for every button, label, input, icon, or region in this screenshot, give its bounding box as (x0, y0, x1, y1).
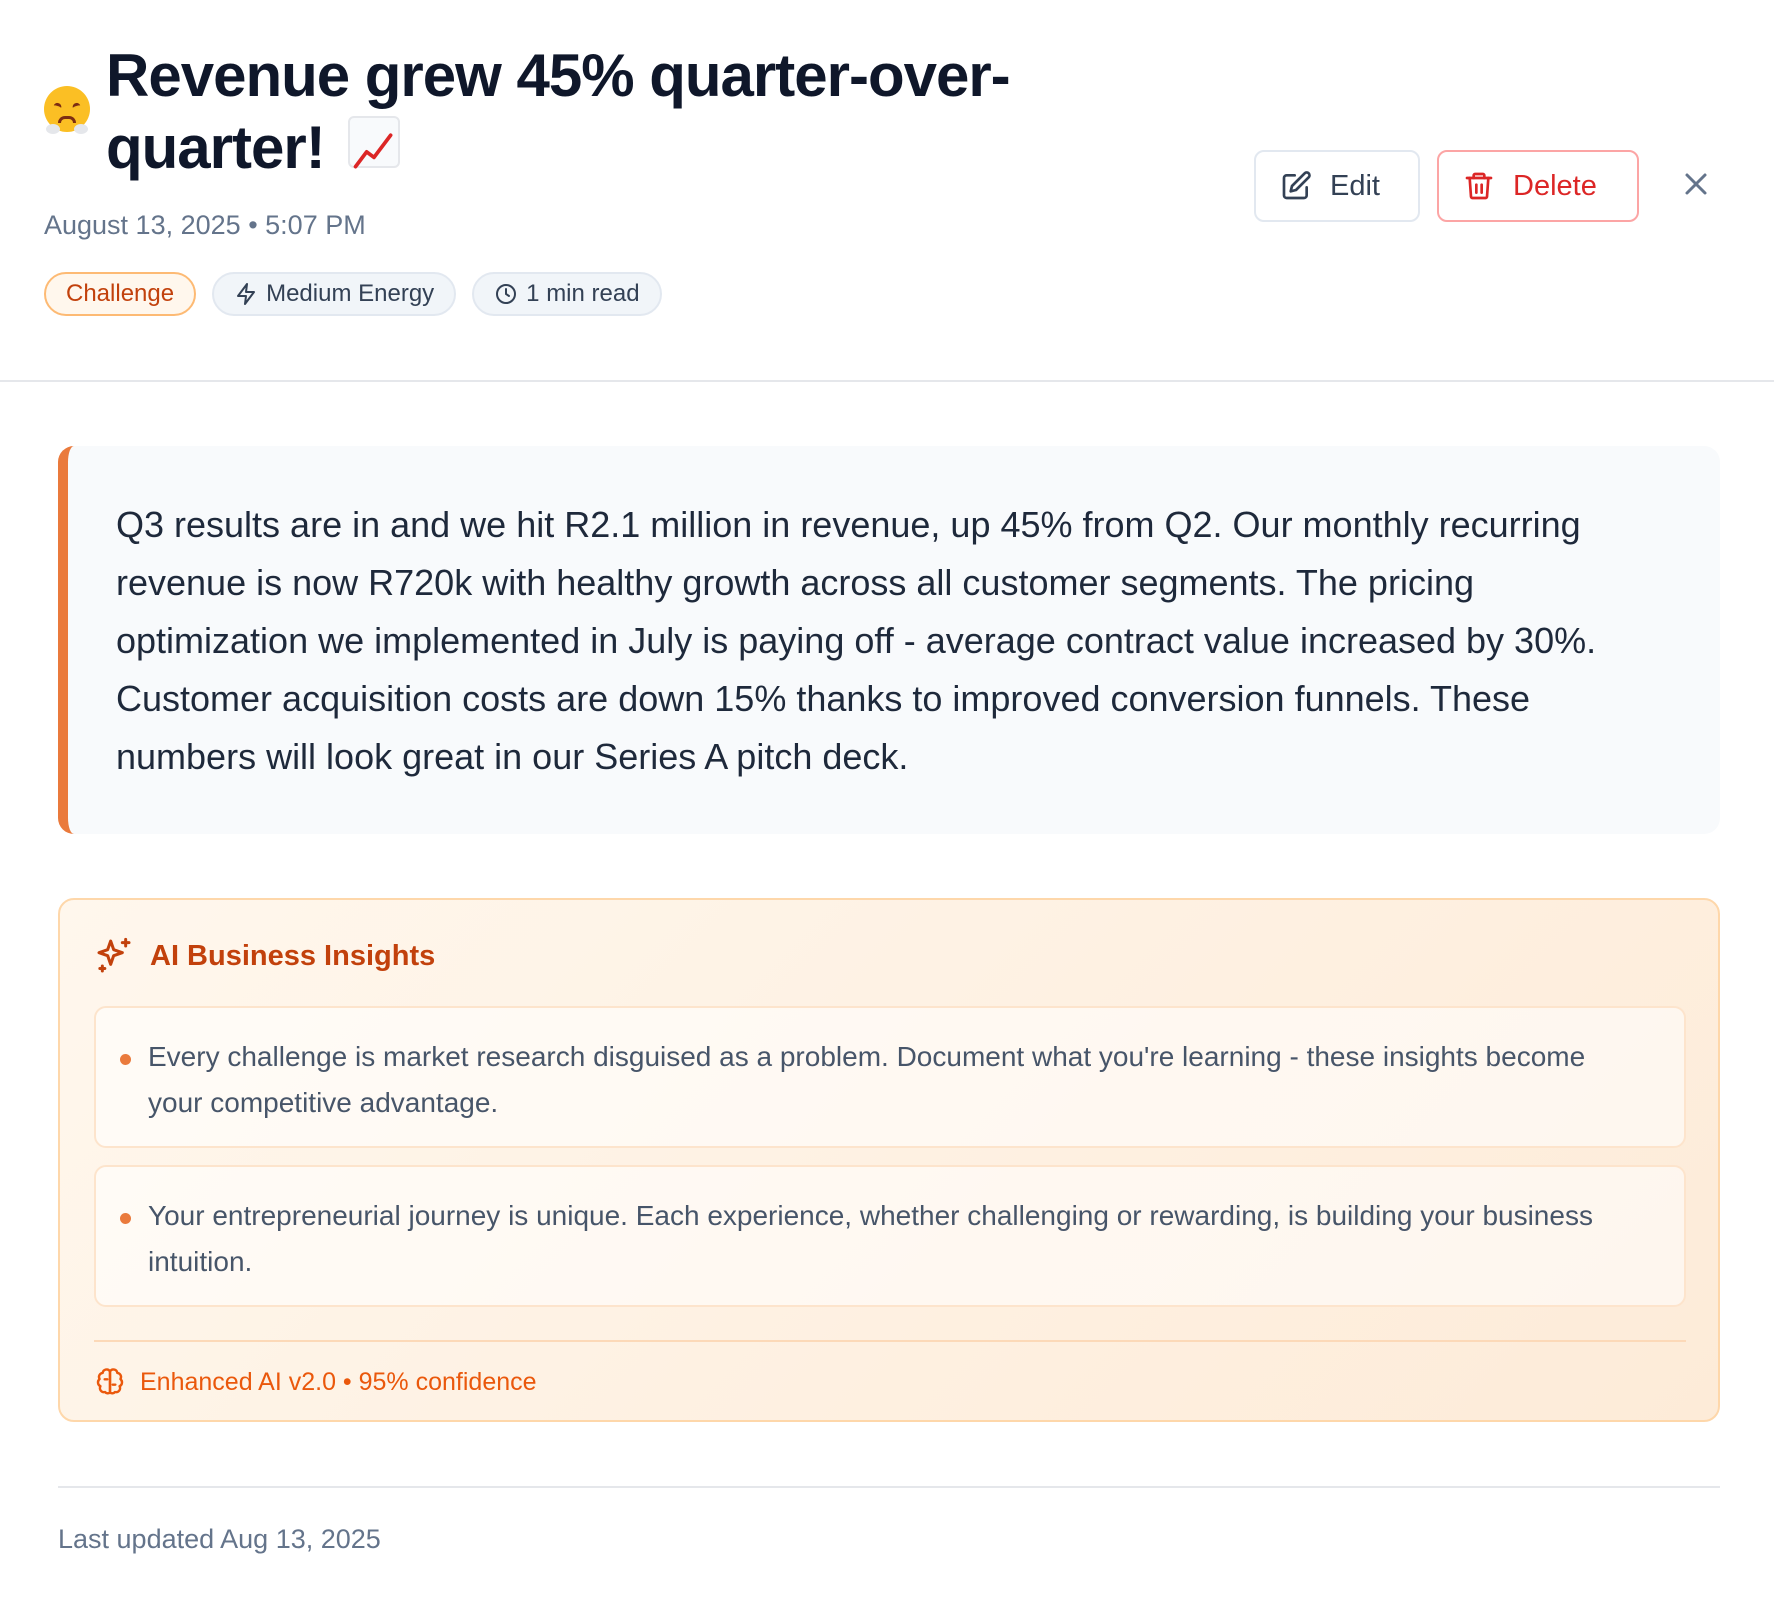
energy-label: Medium Energy (266, 280, 435, 307)
category-badge: Challenge (44, 272, 197, 316)
footer-divider (58, 1486, 1720, 1488)
category-label: Challenge (66, 280, 175, 307)
edit-label: Edit (1330, 169, 1380, 202)
trash-icon (1465, 172, 1493, 200)
ai-insights-panel: AI Business Insights Every challenge is … (58, 898, 1720, 1422)
delete-label: Delete (1513, 169, 1597, 202)
entry-detail-page: Revenue grew 45% quarter-over-quarter! A… (0, 0, 1774, 1610)
lightning-icon (237, 283, 256, 305)
title-text: Revenue grew 45% quarter-over-quarter! (106, 42, 1011, 181)
meta-separator: • (248, 210, 258, 240)
page-title: Revenue grew 45% quarter-over-quarter! (106, 40, 1086, 184)
insight-text: Every challenge is market research disgu… (148, 1041, 1586, 1118)
chart-increasing-icon (348, 116, 401, 169)
edit-icon (1282, 171, 1311, 200)
insight-text: Your entrepreneurial journey is unique. … (148, 1200, 1593, 1277)
insight-item: Your entrepreneurial journey is unique. … (94, 1165, 1686, 1307)
entry-date: August 13, 2025 (44, 210, 241, 240)
entry-tags: Challenge Medium Energy 1 min read (44, 272, 662, 316)
delete-button[interactable]: Delete (1437, 150, 1639, 222)
brain-icon (96, 1368, 124, 1395)
energy-badge: Medium Energy (212, 272, 457, 316)
read-time-badge: 1 min read (472, 272, 662, 316)
steam-from-nose-emoji-icon (44, 86, 90, 134)
bullet-icon (120, 1054, 131, 1065)
entry-body-text: Q3 results are in and we hit R2.1 millio… (116, 504, 1597, 777)
insight-item: Every challenge is market research disgu… (94, 1006, 1686, 1148)
bullet-icon (120, 1213, 131, 1224)
last-updated: Last updated Aug 13, 2025 (58, 1524, 381, 1554)
ai-model-info: Enhanced AI v2.0 • 95% confidence (94, 1366, 537, 1398)
entry-timestamp: August 13, 2025 • 5:07 PM (44, 210, 366, 241)
entry-header: Revenue grew 45% quarter-over-quarter! A… (0, 0, 1774, 382)
ai-model-label: Enhanced AI v2.0 • 95% confidence (140, 1367, 537, 1396)
insights-header: AI Business Insights (94, 936, 435, 976)
clock-icon (496, 284, 517, 304)
entry-content: Q3 results are in and we hit R2.1 millio… (58, 446, 1720, 834)
entry-time: 5:07 PM (265, 210, 366, 240)
close-button[interactable] (1678, 166, 1714, 206)
edit-button[interactable]: Edit (1254, 150, 1420, 222)
insights-title: AI Business Insights (150, 939, 436, 972)
close-icon (1685, 173, 1707, 195)
read-time-label: 1 min read (526, 280, 640, 307)
insights-divider (94, 1340, 1686, 1342)
sparkles-icon (97, 937, 131, 973)
